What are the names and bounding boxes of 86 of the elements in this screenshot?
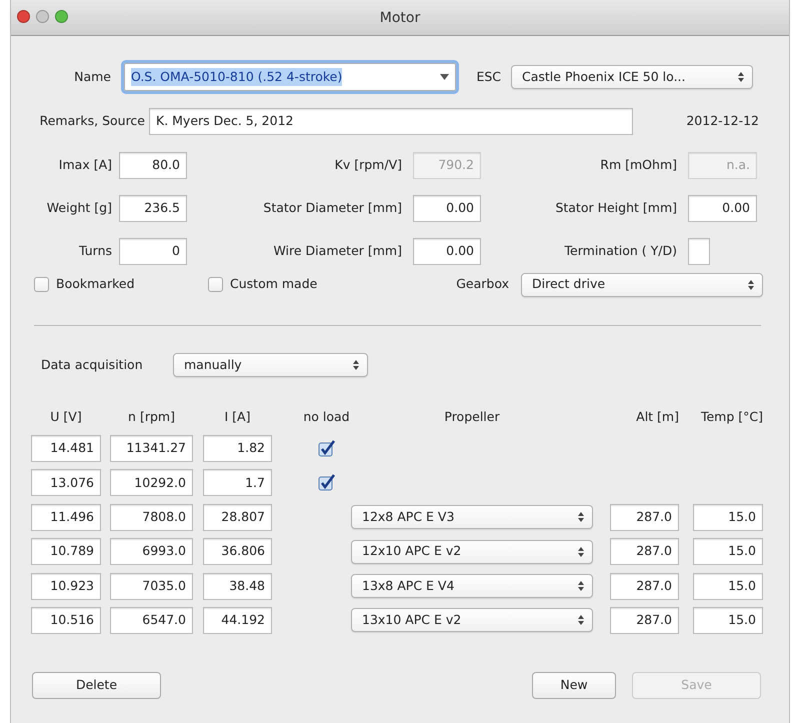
delete-button[interactable]: Delete <box>32 672 161 699</box>
text-field[interactable] <box>688 238 710 264</box>
dropdown-arrow-icon <box>440 74 449 80</box>
table-cell[interactable]: 287.0 <box>610 504 679 531</box>
field-label: Termination ( Y/D) <box>564 242 678 260</box>
up-down-arrows-icon <box>578 512 584 522</box>
table-cell[interactable]: 287.0 <box>610 538 679 566</box>
field-label: Gearbox <box>455 275 509 294</box>
up-down-arrows-icon <box>748 280 754 290</box>
column-header: Temp [°C] <box>700 408 763 426</box>
table-cell[interactable]: 287.0 <box>610 606 679 634</box>
checked-checkbox[interactable] <box>318 474 336 492</box>
column-header: Propeller <box>444 408 500 426</box>
field-label: Stator Height [mm] <box>554 198 678 217</box>
table-cell[interactable]: 14.481 <box>31 435 101 462</box>
up-down-arrows-icon <box>353 360 359 370</box>
table-cell[interactable]: 15.0 <box>693 538 763 566</box>
up-down-arrows-icon <box>578 615 584 626</box>
text-field: n.a. <box>688 152 757 178</box>
text-field[interactable]: 0.00 <box>413 194 481 222</box>
window-title: Motor <box>380 10 420 26</box>
propeller-dropdown[interactable]: 12x10 APC E v2 <box>351 540 593 564</box>
table-cell[interactable]: 10292.0 <box>110 469 193 496</box>
column-header: I [A] <box>224 408 250 426</box>
up-down-arrows-icon <box>578 581 584 592</box>
table-cell[interactable]: 6993.0 <box>110 538 193 566</box>
table-cell[interactable]: 28.807 <box>203 504 272 531</box>
field-label: Turns <box>78 242 113 260</box>
table-cell[interactable]: 10.516 <box>31 606 101 634</box>
column-header: n [rpm] <box>128 408 175 426</box>
table-cell[interactable]: 15.0 <box>693 606 763 634</box>
propeller-dropdown[interactable]: 13x8 APC E V4 <box>351 574 593 598</box>
field-label: Stator Diameter [mm] <box>262 198 403 217</box>
text-field[interactable]: 0 <box>119 238 187 264</box>
column-header: no load <box>303 408 350 426</box>
column-header: Alt [m] <box>636 408 679 426</box>
table-cell[interactable]: 36.806 <box>203 538 272 566</box>
text-field[interactable]: 236.5 <box>119 194 187 222</box>
table-cell[interactable]: 13.076 <box>31 469 101 496</box>
checkbox[interactable] <box>208 277 223 292</box>
checkbox[interactable] <box>34 277 49 292</box>
field-label: ESC <box>475 68 501 86</box>
field-label: Data acquisition <box>41 356 144 374</box>
propeller-dropdown[interactable]: 12x8 APC E V3 <box>351 505 593 530</box>
text-field: 790.2 <box>413 152 481 178</box>
minimize-button[interactable] <box>36 10 49 23</box>
name-combo-box[interactable]: O.S. OMA-5010-810 (.52 4-stroke) <box>124 63 456 91</box>
table-cell[interactable]: 6547.0 <box>110 606 193 634</box>
table-cell[interactable]: 10.789 <box>31 538 101 566</box>
column-header: U [V] <box>50 408 82 426</box>
esc-dropdown[interactable]: Castle Phoenix ICE 50 lo... <box>511 65 753 89</box>
text-field[interactable]: 80.0 <box>119 152 187 178</box>
close-button[interactable] <box>17 10 30 23</box>
text-field[interactable]: 0.00 <box>413 238 481 264</box>
table-cell[interactable]: 15.0 <box>693 504 763 531</box>
up-down-arrows-icon <box>738 72 744 82</box>
field-label: Imax [A] <box>58 156 113 174</box>
table-cell[interactable]: 7035.0 <box>110 572 193 600</box>
new-button[interactable]: New <box>532 672 616 699</box>
zoom-button[interactable] <box>55 10 68 23</box>
checked-checkbox[interactable] <box>318 440 336 458</box>
checkbox-label: Bookmarked <box>56 275 135 294</box>
table-cell[interactable]: 11.496 <box>31 504 101 531</box>
table-cell[interactable]: 38.48 <box>203 572 272 600</box>
field-label: Rm [mOhm] <box>599 156 678 174</box>
table-cell[interactable]: 15.0 <box>693 572 763 600</box>
table-cell[interactable]: 10.923 <box>31 572 101 600</box>
text-field[interactable]: 0.00 <box>688 194 757 222</box>
field-label: Wire Diameter [mm] <box>272 242 403 260</box>
table-cell[interactable]: 1.82 <box>203 435 272 462</box>
propeller-dropdown[interactable]: 13x10 APC E v2 <box>351 608 593 632</box>
data-acquisition-dropdown[interactable]: manually <box>173 353 368 377</box>
remarks-field[interactable]: K. Myers Dec. 5, 2012 <box>149 108 633 135</box>
up-down-arrows-icon <box>578 546 584 557</box>
field-label: Remarks, Source <box>38 112 146 130</box>
field-label: Name <box>73 68 111 86</box>
checkbox-label: Custom made <box>230 275 318 294</box>
gearbox-dropdown[interactable]: Direct drive <box>521 272 763 296</box>
field-label: Weight [g] <box>46 198 113 217</box>
table-cell[interactable]: 287.0 <box>610 572 679 600</box>
table-cell[interactable]: 7808.0 <box>110 504 193 531</box>
table-cell[interactable]: 44.192 <box>203 606 272 634</box>
table-cell[interactable]: 1.7 <box>203 469 272 496</box>
date-label: 2012-12-12 <box>685 112 759 130</box>
field-label: Kv [rpm/V] <box>334 156 403 174</box>
table-cell[interactable]: 11341.27 <box>110 435 193 462</box>
